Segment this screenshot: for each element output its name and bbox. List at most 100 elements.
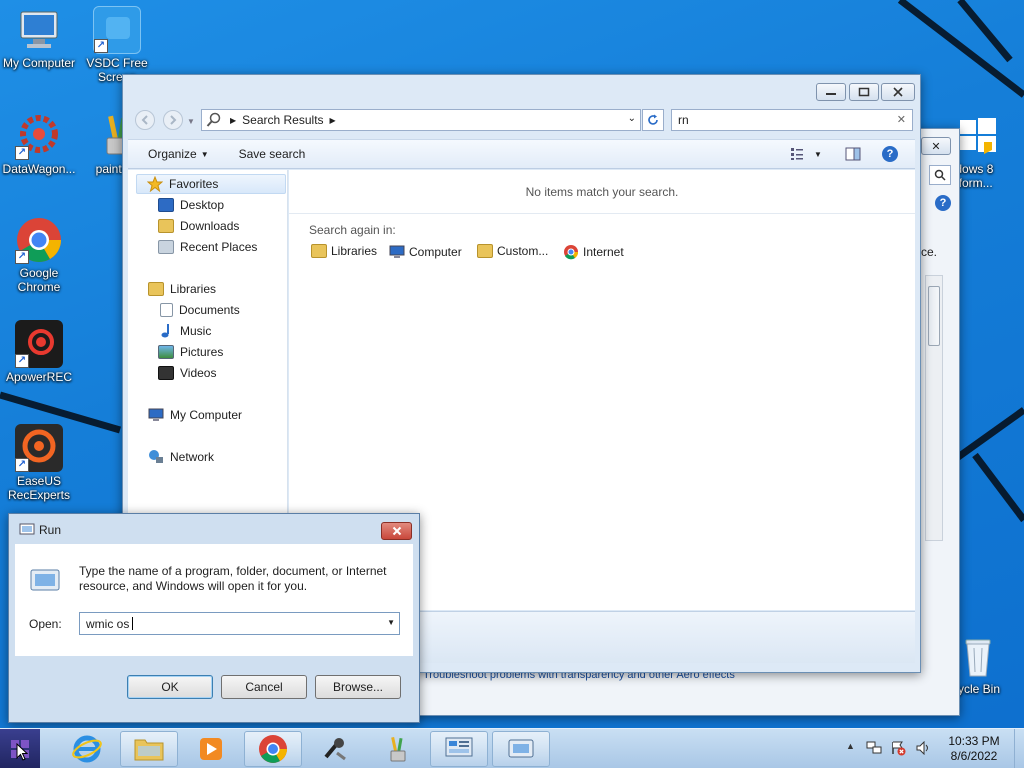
desktop-icon-google-chrome[interactable]: ↗ Google Chrome: [0, 216, 78, 294]
desktop-icon-my-computer[interactable]: My Computer: [0, 6, 78, 70]
ok-button[interactable]: OK: [127, 675, 213, 699]
forward-button[interactable]: [163, 110, 183, 130]
nav-videos-label: Videos: [180, 366, 217, 380]
nav-favorites[interactable]: Favorites: [136, 174, 286, 194]
open-input[interactable]: wmic os: [86, 617, 129, 631]
run-dialog-title: Run: [39, 523, 62, 537]
view-list-icon: [791, 148, 803, 160]
chrome-icon: ↗: [15, 216, 63, 264]
chevron-down-icon[interactable]: ▼: [387, 618, 395, 627]
taskbar-google-chrome[interactable]: [244, 731, 302, 767]
desktop-icon-apowerrec[interactable]: ↗ ApowerREC: [0, 320, 78, 384]
custom-folder-icon: [477, 244, 493, 258]
run-close-button[interactable]: [381, 522, 412, 540]
scrollbar-thumb[interactable]: [928, 286, 940, 346]
search-again-internet[interactable]: Internet: [563, 244, 624, 260]
cancel-button[interactable]: Cancel: [221, 675, 307, 699]
empty-results-message: No items match your search.: [525, 184, 679, 199]
desktop-icon-recycle-bin[interactable]: cycle Bin: [952, 632, 1024, 696]
media-player-icon: [200, 738, 222, 760]
nav-videos[interactable]: Videos: [158, 363, 216, 383]
nav-downloads[interactable]: Downloads: [158, 216, 239, 236]
view-options-button[interactable]: ▼: [790, 147, 822, 161]
chrome-icon: [564, 245, 579, 260]
desktop-icon-datawagon[interactable]: ↗ DataWagon...: [0, 112, 78, 176]
star-icon: [147, 176, 163, 192]
nav-desktop[interactable]: Desktop: [158, 195, 224, 215]
taskbar-media-player[interactable]: [182, 731, 240, 767]
desktop-icon-easeus[interactable]: ↗ EaseUS RecExperts: [0, 424, 78, 502]
apowerrec-icon: ↗: [15, 320, 63, 368]
background-window-close-button[interactable]: ✕: [921, 137, 951, 155]
taskbar: ▲ 10:33 PM 8/6/2022: [0, 728, 1024, 768]
desktop-icon-vsdc[interactable]: ↗ VSDC Free Screen: [78, 6, 156, 84]
search-input-value[interactable]: rn: [678, 113, 689, 127]
background-scrollbar[interactable]: [925, 275, 943, 541]
taskbar-internet-explorer[interactable]: [58, 731, 116, 767]
videos-icon: [158, 366, 174, 380]
save-search-button[interactable]: Save search: [239, 147, 306, 161]
address-path[interactable]: Search Results: [242, 113, 323, 127]
nav-libraries[interactable]: Libraries: [148, 279, 216, 299]
volume-icon[interactable]: [916, 741, 930, 755]
taskbar-run[interactable]: [492, 731, 550, 767]
browse-button[interactable]: Browse...: [315, 675, 401, 699]
taskbar-tool-app[interactable]: [306, 731, 364, 767]
organize-button[interactable]: Organize ▼: [148, 147, 209, 161]
open-combobox[interactable]: wmic os ▼: [79, 612, 400, 635]
nav-desktop-label: Desktop: [180, 198, 225, 212]
search-again-libraries[interactable]: Libraries: [311, 244, 377, 258]
address-dropdown-icon[interactable]: ⌄: [628, 113, 636, 124]
refresh-button[interactable]: [642, 109, 664, 131]
downloads-folder-icon: [158, 219, 174, 233]
nav-documents[interactable]: Documents: [158, 300, 240, 320]
recent-pages-dropdown[interactable]: ▼: [187, 117, 195, 126]
shortcut-arrow-icon: ↗: [15, 250, 29, 264]
taskbar-control-panel[interactable]: [430, 731, 488, 767]
nav-my-computer[interactable]: My Computer: [148, 405, 242, 425]
minimize-button[interactable]: [816, 83, 846, 101]
search-input[interactable]: rn ✕: [671, 109, 913, 131]
datawagon-icon: ↗: [15, 112, 63, 160]
mouse-cursor-icon: [16, 743, 28, 761]
address-bar[interactable]: ▶ Search Results ▶ ⌄: [201, 109, 641, 131]
computer-icon: [15, 6, 63, 54]
clear-search-icon[interactable]: ✕: [897, 113, 906, 126]
nav-recent-places[interactable]: Recent Places: [158, 237, 257, 257]
action-center-icon[interactable]: [890, 740, 906, 756]
organize-label: Organize: [148, 147, 197, 161]
documents-icon: [160, 303, 173, 317]
shortcut-arrow-icon: ↗: [15, 354, 29, 368]
search-again-custom[interactable]: Custom...: [477, 244, 548, 258]
search-again-computer[interactable]: Computer: [389, 244, 462, 260]
back-button[interactable]: [135, 110, 155, 130]
taskbar-file-explorer[interactable]: [120, 731, 178, 767]
windows8-transform-icon: [954, 112, 1002, 160]
search-again-custom-label: Custom...: [497, 244, 549, 258]
close-button[interactable]: [881, 83, 915, 101]
background-partial-text: ce.: [921, 245, 938, 259]
nav-network[interactable]: Network: [148, 447, 214, 467]
nav-music[interactable]: Music: [158, 321, 211, 341]
show-desktop-button[interactable]: [1014, 729, 1024, 768]
easeus-icon: ↗: [15, 424, 63, 472]
search-results-icon: [206, 112, 221, 127]
network-tray-icon[interactable]: [866, 740, 882, 756]
show-hidden-icons-button[interactable]: ▲: [846, 741, 855, 751]
nav-pictures[interactable]: Pictures: [158, 342, 223, 362]
clock[interactable]: 10:33 PM 8/6/2022: [940, 734, 1008, 764]
help-icon[interactable]: ?: [882, 146, 898, 162]
search-icon[interactable]: [929, 165, 951, 185]
chevron-down-icon: ▼: [200, 149, 209, 159]
maximize-button[interactable]: [849, 83, 879, 101]
libraries-icon: [148, 282, 164, 296]
run-program-icon: [30, 569, 60, 591]
preview-pane-icon[interactable]: [845, 147, 861, 161]
run-dialog-body: Type the name of a program, folder, docu…: [15, 544, 413, 656]
nav-libraries-label: Libraries: [170, 282, 217, 296]
help-icon[interactable]: ?: [935, 195, 951, 211]
nav-music-label: Music: [180, 324, 212, 338]
taskbar-paint-xp[interactable]: [368, 731, 426, 767]
shortcut-arrow-icon: ↗: [94, 39, 108, 53]
run-dialog[interactable]: Run Type the name of a program, folder, …: [8, 513, 420, 723]
